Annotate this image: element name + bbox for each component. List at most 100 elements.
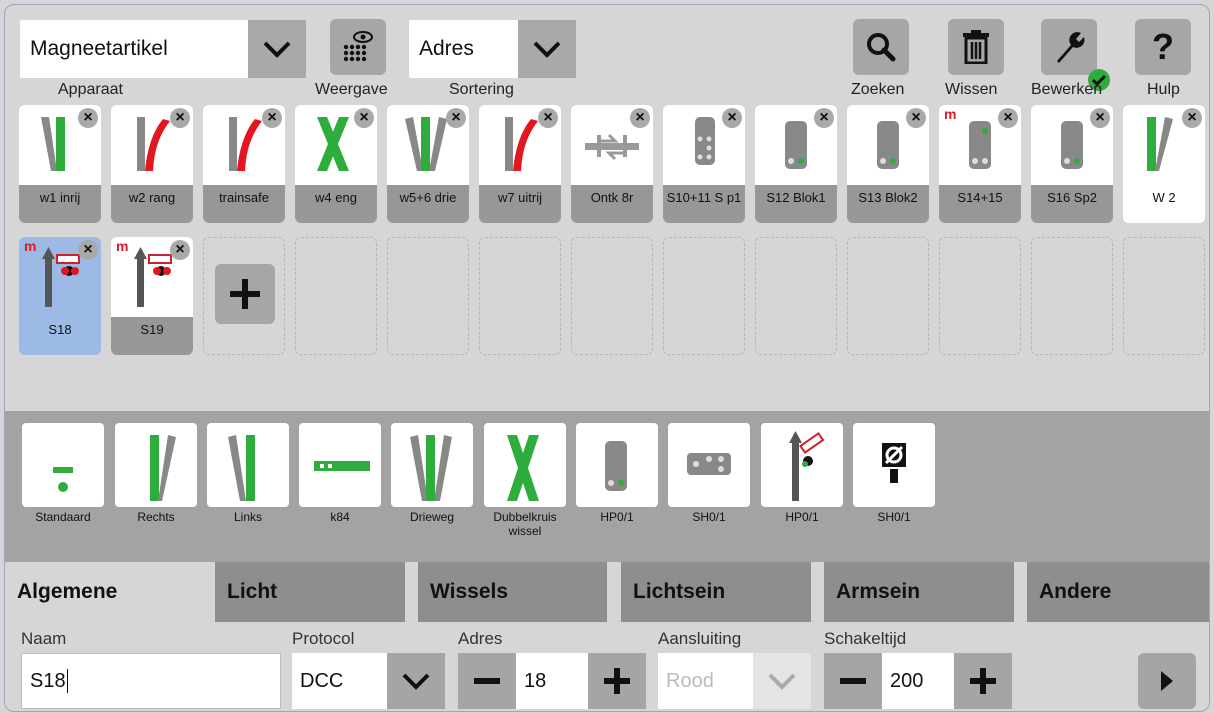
article-tile-selected[interactable]: m × S18 <box>19 237 101 355</box>
schakeltijd-label: Schakeltijd <box>824 629 907 648</box>
hulp-button[interactable]: ? <box>1135 19 1191 75</box>
delete-icon[interactable]: × <box>170 240 190 260</box>
palette-label: k84 <box>330 510 350 524</box>
empty-slot <box>755 237 837 355</box>
tab-wissels[interactable]: Wissels <box>418 562 607 622</box>
article-name: trainsafe <box>203 185 285 223</box>
article-tile[interactable]: × w5+6 drie <box>387 105 469 223</box>
delete-icon[interactable]: × <box>170 108 190 128</box>
naam-label: Naam <box>21 629 67 648</box>
tab-algemene[interactable]: Algemene <box>5 562 201 622</box>
weergave-label: Weergave <box>315 81 388 98</box>
palette-item-hp01-semaphore[interactable] <box>761 423 843 507</box>
naam-value: S18 <box>30 669 66 692</box>
aansluiting-dropdown-button <box>753 653 811 709</box>
adres-value: 18 <box>524 669 547 692</box>
palette-label: Rechts <box>137 510 175 524</box>
article-tile[interactable]: × w7 uitrij <box>479 105 561 223</box>
plus-icon <box>970 668 996 694</box>
schakeltijd-decrement-button[interactable] <box>824 653 882 709</box>
plus-icon <box>604 668 630 694</box>
article-tile[interactable]: m × S19 <box>111 237 193 355</box>
empty-slot <box>939 237 1021 355</box>
schakeltijd-increment-button[interactable] <box>954 653 1012 709</box>
naam-input[interactable]: S18 <box>21 653 281 709</box>
standard-icon <box>53 467 73 492</box>
tab-andere[interactable]: Andere <box>1027 562 1209 622</box>
sortering-dropdown-button[interactable] <box>518 20 576 78</box>
zoeken-button[interactable] <box>853 19 909 75</box>
delete-icon[interactable]: × <box>446 108 466 128</box>
delete-icon[interactable]: × <box>630 108 650 128</box>
palette-item-sh01-sign[interactable] <box>853 423 935 507</box>
delete-icon[interactable]: × <box>1182 108 1202 128</box>
delete-icon[interactable]: × <box>262 108 282 128</box>
trash-icon <box>963 30 989 64</box>
delete-icon[interactable]: × <box>814 108 834 128</box>
empty-slot <box>1031 237 1113 355</box>
aansluiting-value: Rood <box>666 669 714 692</box>
sortering-select[interactable]: Adres <box>409 20 519 78</box>
adres-increment-button[interactable] <box>588 653 646 709</box>
tab-armsein[interactable]: Armsein <box>824 562 1014 622</box>
article-tile[interactable]: × S10+11 S p1 <box>663 105 745 223</box>
weergave-button[interactable] <box>330 19 386 75</box>
article-tile[interactable]: × S13 Blok2 <box>847 105 929 223</box>
palette-item-rechts[interactable] <box>115 423 197 507</box>
article-tile[interactable]: × w4 eng <box>295 105 377 223</box>
delete-icon[interactable]: × <box>78 108 98 128</box>
apparaat-dropdown-button[interactable] <box>248 20 306 78</box>
delete-icon[interactable]: × <box>78 240 98 260</box>
article-tile[interactable]: × S12 Blok1 <box>755 105 837 223</box>
palette-item-k84[interactable] <box>299 423 381 507</box>
adres-decrement-button[interactable] <box>458 653 516 709</box>
tab-lichtsein[interactable]: Lichtsein <box>621 562 811 622</box>
bewerken-button[interactable] <box>1041 19 1097 75</box>
light-signal-hp-icon <box>605 441 627 491</box>
protocol-select[interactable]: DCC <box>292 653 388 709</box>
palette-item-links[interactable] <box>207 423 289 507</box>
article-name: S10+11 S p1 <box>663 185 745 223</box>
palette-label: Drieweg <box>409 510 454 524</box>
palette-item-standaard[interactable] <box>22 423 104 507</box>
palette-item-hp01[interactable] <box>576 423 658 507</box>
article-tile[interactable]: × W 2 <box>1123 105 1205 223</box>
apparaat-select[interactable]: Magneetartikel <box>20 20 248 78</box>
protocol-dropdown-button[interactable] <box>387 653 445 709</box>
article-tile[interactable]: × trainsafe <box>203 105 285 223</box>
palette-item-dubbelkruis[interactable] <box>484 423 566 507</box>
article-name: w5+6 drie <box>387 185 469 223</box>
article-name: S16 Sp2 <box>1031 185 1113 223</box>
delete-icon[interactable]: × <box>722 108 742 128</box>
next-button[interactable] <box>1138 653 1196 709</box>
marker-m: m <box>24 238 37 254</box>
palette-label: HP0/1 <box>600 510 634 524</box>
palette-label: Links <box>233 510 262 524</box>
adres-input[interactable]: 18 <box>516 653 588 709</box>
delete-icon[interactable]: × <box>354 108 374 128</box>
add-button[interactable] <box>215 264 275 324</box>
tab-licht[interactable]: Licht <box>215 562 405 622</box>
shunting-sign-icon <box>882 443 906 483</box>
palette-item-drieweg[interactable] <box>391 423 473 507</box>
article-tile[interactable]: × w1 inrij <box>19 105 101 223</box>
delete-icon[interactable]: × <box>906 108 926 128</box>
article-tile[interactable]: m × S14+15 <box>939 105 1021 223</box>
empty-slot <box>295 237 377 355</box>
palette-item-sh01[interactable] <box>668 423 750 507</box>
article-tile[interactable]: × S16 Sp2 <box>1031 105 1113 223</box>
double-slip-icon <box>507 435 539 501</box>
article-tile[interactable]: × w2 rang <box>111 105 193 223</box>
marker-m: m <box>944 106 957 122</box>
empty-slot <box>663 237 745 355</box>
delete-icon[interactable]: × <box>998 108 1018 128</box>
switch-right-icon <box>150 435 176 501</box>
sortering-value: Adres <box>419 37 474 60</box>
schakeltijd-value: 200 <box>890 669 924 692</box>
delete-icon[interactable]: × <box>538 108 558 128</box>
schakeltijd-input[interactable]: 200 <box>882 653 954 709</box>
delete-icon[interactable]: × <box>1090 108 1110 128</box>
article-name: w4 eng <box>295 185 377 223</box>
wissen-button[interactable] <box>948 19 1004 75</box>
article-tile[interactable]: × Ontk 8r <box>571 105 653 223</box>
